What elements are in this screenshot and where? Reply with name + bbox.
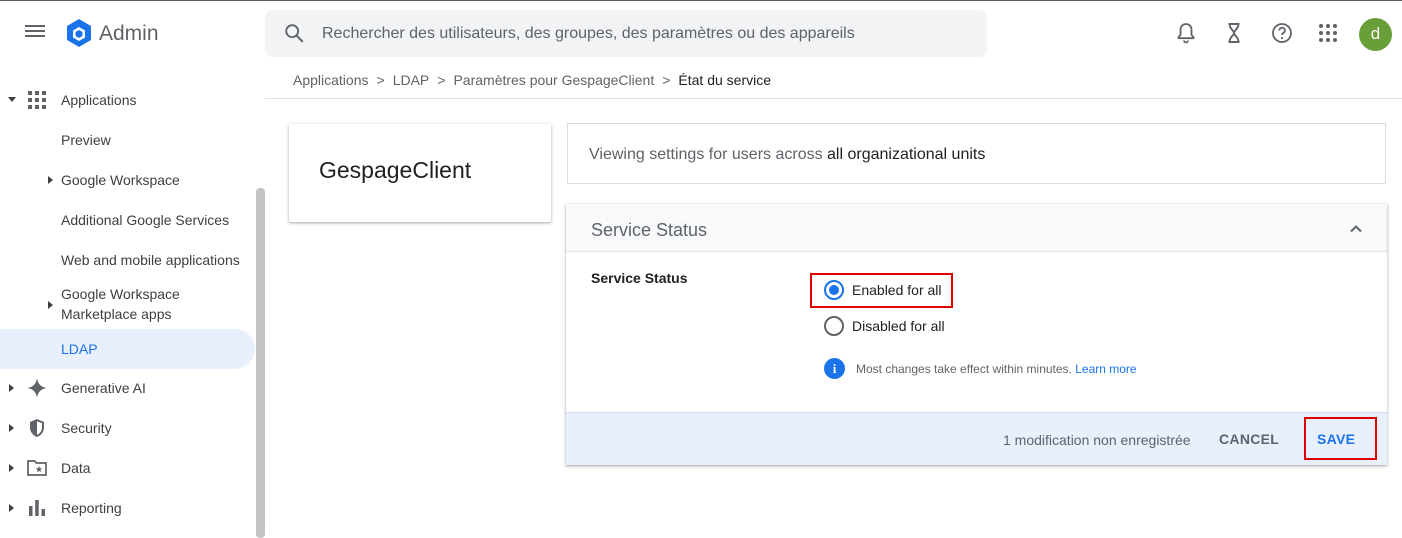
sidebar-item-generative-ai[interactable]: Generative AI (0, 377, 256, 399)
chevron-up-icon[interactable] (1347, 220, 1365, 238)
app-info-card: GespageClient (289, 124, 551, 222)
sidebar-item-security[interactable]: Security (0, 417, 256, 439)
annotation-highlight-box (1304, 417, 1377, 460)
chevron-right-icon[interactable] (48, 301, 53, 309)
org-unit-scope-text: Viewing settings for users across all or… (589, 146, 985, 164)
notifications-bell-icon[interactable] (1174, 21, 1198, 45)
info-icon: i (824, 358, 845, 379)
sidebar-scrollbar[interactable] (256, 188, 265, 538)
sidebar-item-label: Applications (61, 92, 137, 108)
search-bar[interactable] (265, 10, 987, 57)
sidebar-item-label: Google Workspace (61, 172, 180, 188)
disabled-radio[interactable] (824, 316, 844, 336)
breadcrumb: Applications > LDAP > Paramètres pour Gespag… (293, 72, 771, 92)
sidebar-item-label: Data (61, 460, 91, 476)
service-status-label: Service Status (591, 270, 688, 286)
save-bar: 1 modification non enregistrée CANCEL SA… (566, 412, 1387, 465)
admin-logo-icon (67, 19, 91, 47)
search-icon[interactable] (283, 22, 305, 44)
sidebar-item-label: Generative AI (61, 380, 146, 396)
breadcrumb-applications[interactable]: Applications (293, 72, 369, 88)
folder-star-icon (27, 460, 47, 476)
chevron-right-icon[interactable] (9, 384, 14, 392)
app-title[interactable]: Admin (99, 22, 159, 46)
breadcrumb-separator: > (662, 72, 671, 88)
sidebar-item-additional-services[interactable]: Additional Google Services (0, 210, 256, 230)
sidebar-item-label: Security (61, 420, 112, 436)
sidebar-item-label: LDAP (61, 341, 98, 357)
chevron-right-icon[interactable] (9, 464, 14, 472)
breadcrumb-divider (265, 98, 1402, 99)
breadcrumb-current: État du service (678, 72, 772, 88)
sidebar-item-label: Google Workspace (61, 286, 180, 302)
chevron-right-icon[interactable] (9, 504, 14, 512)
cancel-button[interactable]: CANCEL (1219, 431, 1279, 447)
sidebar-item-data[interactable]: Data (0, 457, 256, 479)
app-name: GespageClient (319, 157, 472, 183)
sidebar-item-ldap[interactable]: LDAP (0, 339, 256, 359)
bar-chart-icon (29, 500, 45, 516)
top-bar: Admin d (0, 1, 1402, 65)
info-message: Most changes take effect within minutes. (856, 362, 1076, 376)
sidebar-item-label: Preview (61, 132, 111, 148)
org-unit-scope-card: Viewing settings for users across all or… (567, 123, 1386, 184)
sidebar-item-label: Reporting (61, 500, 122, 516)
chevron-down-icon[interactable] (8, 97, 16, 102)
learn-more-link[interactable]: Learn more (1075, 362, 1136, 376)
breadcrumb-separator: > (376, 72, 385, 88)
disabled-radio-label[interactable]: Disabled for all (852, 318, 945, 334)
chevron-right-icon[interactable] (9, 424, 14, 432)
sidebar-item-web-mobile-apps[interactable]: Web and mobile applications (0, 250, 256, 270)
sidebar-item-label: Marketplace apps (61, 306, 172, 322)
sidebar-item-preview[interactable]: Preview (0, 130, 256, 150)
sidebar-item-google-workspace[interactable]: Google Workspace (0, 170, 256, 190)
scope-value: all organizational units (827, 146, 986, 163)
unsaved-changes-text: 1 modification non enregistrée (1003, 432, 1191, 448)
help-icon[interactable] (1270, 21, 1294, 45)
account-avatar[interactable]: d (1359, 18, 1392, 51)
apps-launcher-icon[interactable] (1316, 21, 1340, 45)
sidebar-item-reporting[interactable]: Reporting (0, 497, 256, 519)
breadcrumb-ldap[interactable]: LDAP (393, 72, 430, 88)
sidebar-item-marketplace-apps[interactable]: Google Workspace Marketplace apps (0, 285, 256, 325)
info-text: Most changes take effect within minutes.… (856, 362, 1137, 376)
search-input[interactable] (322, 10, 972, 57)
sidebar-item-applications[interactable]: Applications (0, 89, 256, 111)
breadcrumb-app-settings[interactable]: Paramètres pour GespageClient (453, 72, 654, 88)
sidebar: Applications Preview Google Workspace Ad… (0, 80, 256, 538)
breadcrumb-separator: > (437, 72, 446, 88)
service-status-card: Service Status Service Status Enabled fo… (566, 204, 1387, 465)
shield-icon (30, 419, 44, 437)
scope-prefix: Viewing settings for users across (589, 146, 828, 163)
apps-grid-icon (28, 91, 46, 109)
sidebar-item-label: Additional Google Services (61, 212, 230, 228)
hourglass-tasks-icon[interactable] (1222, 21, 1246, 45)
chevron-right-icon[interactable] (48, 176, 53, 184)
annotation-highlight-box (810, 273, 953, 308)
sidebar-item-label: Web and mobile applications (61, 252, 240, 268)
service-status-title: Service Status (591, 220, 708, 240)
service-status-header[interactable]: Service Status (566, 204, 1387, 252)
main-menu-icon[interactable] (23, 22, 47, 44)
sparkle-icon (27, 378, 47, 398)
